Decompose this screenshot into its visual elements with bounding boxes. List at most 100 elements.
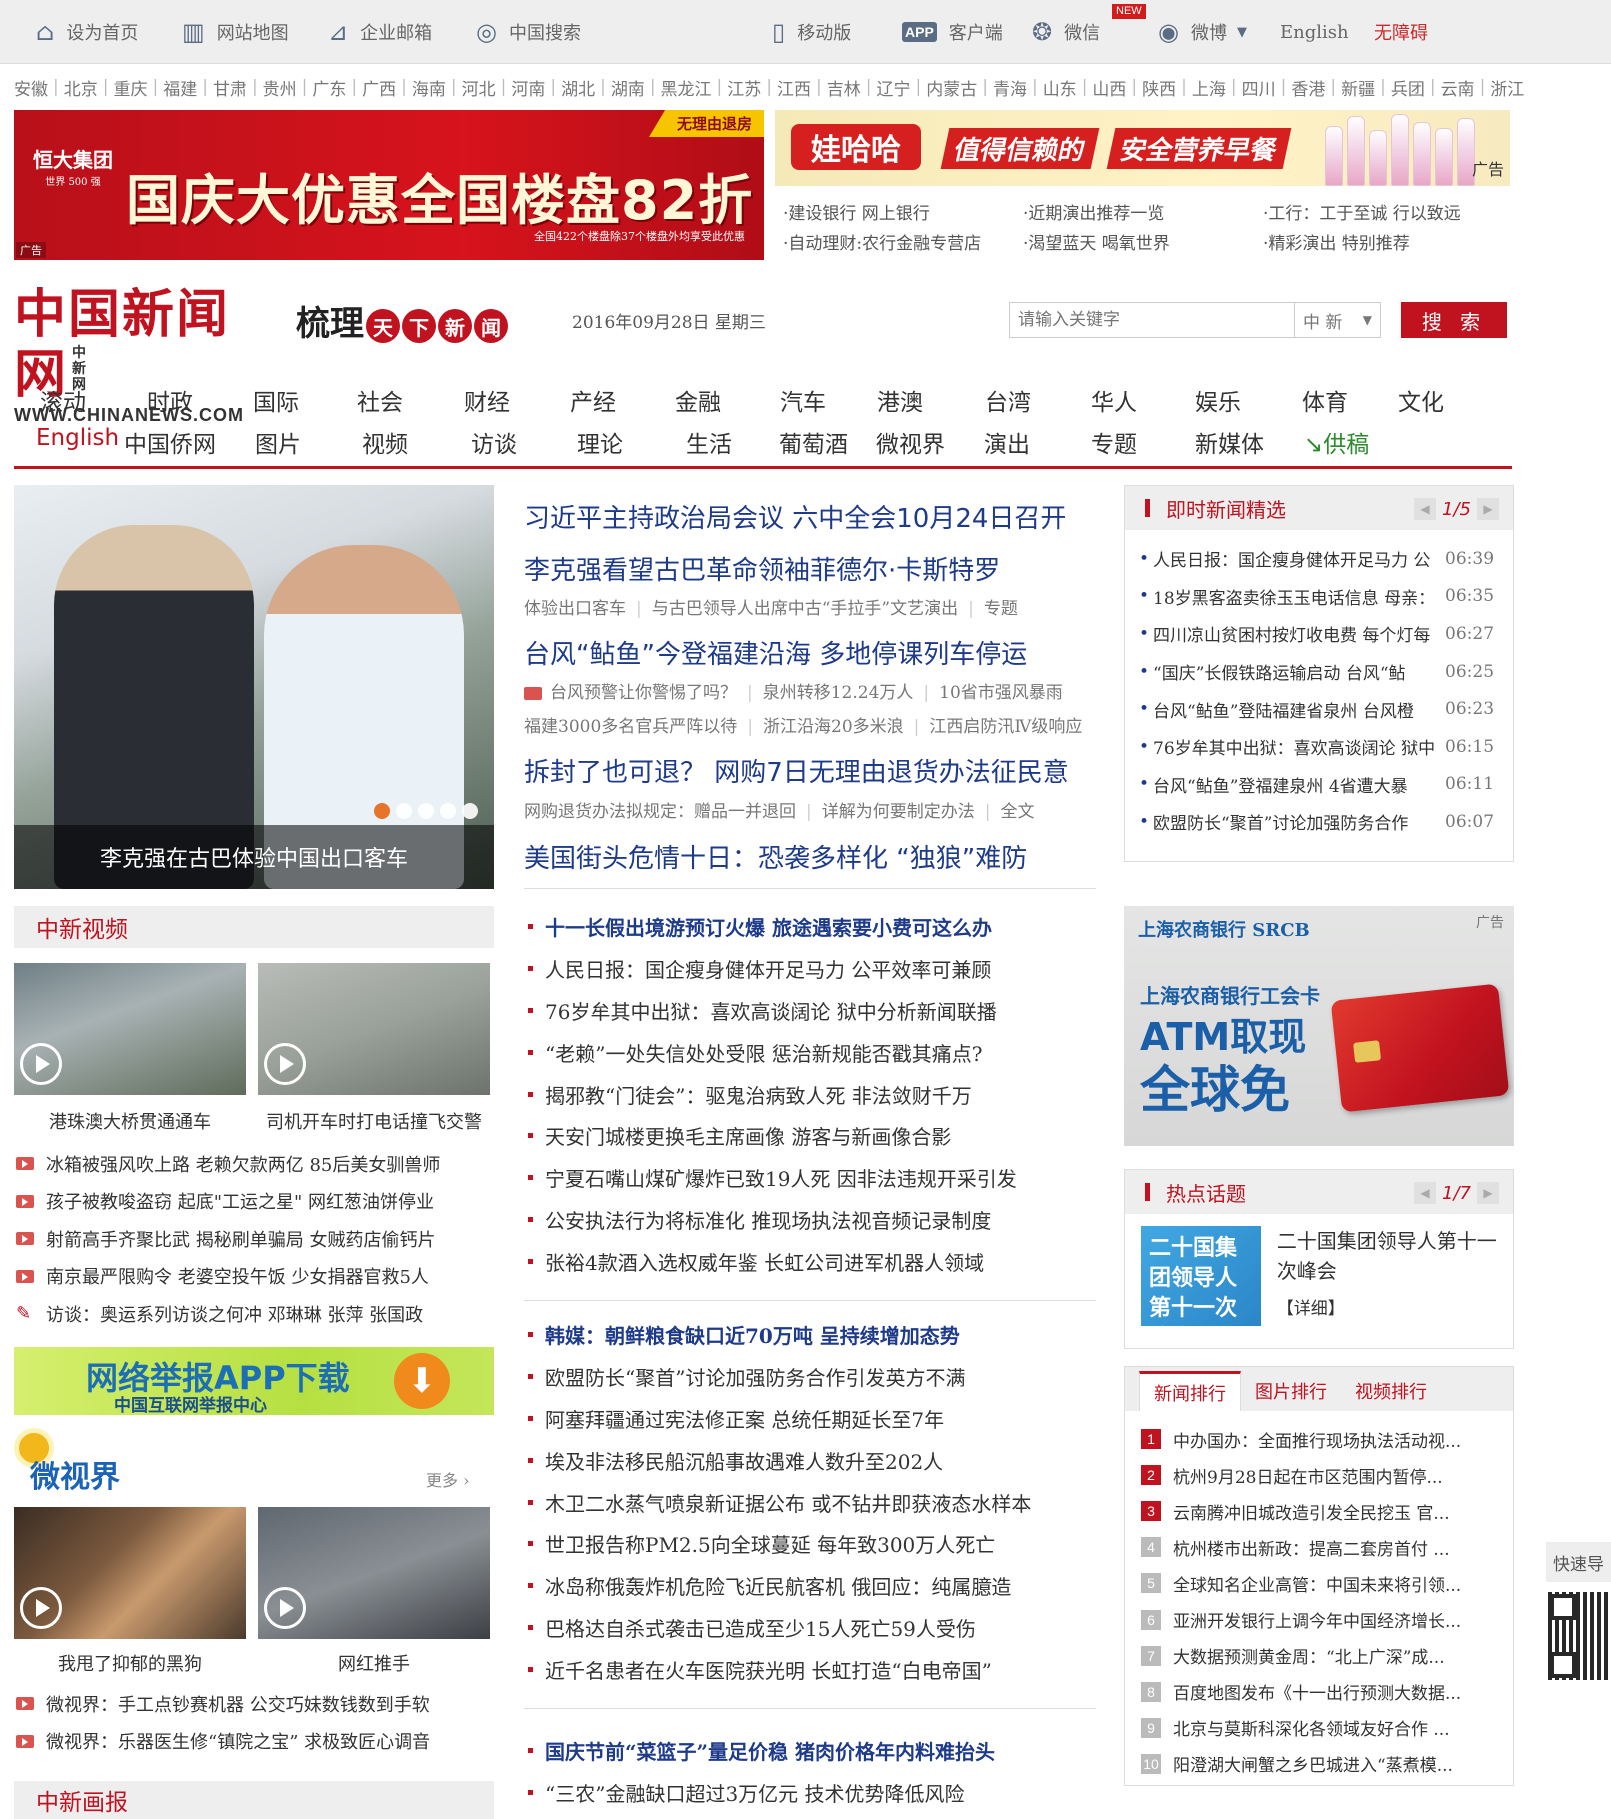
news-item[interactable]: “老赖”一处失信处处受限 惩治新规能否戳其痛点?: [524, 1031, 1096, 1073]
video-caption[interactable]: 网红推手: [258, 1650, 490, 1676]
nav-item[interactable]: 台湾: [985, 383, 1031, 417]
prev-arrow-icon[interactable]: ◀: [1414, 1182, 1437, 1204]
region-link[interactable]: 湖北: [561, 75, 595, 100]
ad-text-link[interactable]: ·精彩演出 特别推荐: [1263, 229, 1503, 254]
region-link[interactable]: 香港: [1291, 75, 1325, 100]
headline-2[interactable]: 李克强看望古巴革命领袖菲德尔·卡斯特罗: [524, 550, 1000, 587]
nav-item[interactable]: 图片: [255, 425, 301, 459]
region-link[interactable]: 江苏: [727, 75, 761, 100]
sitemap-link[interactable]: ▥ 网站地图: [182, 0, 289, 64]
report-app-ad[interactable]: 网络举报APP下载 中国互联网举报中心 ⬇: [14, 1347, 494, 1415]
region-link[interactable]: 广东: [312, 75, 346, 100]
region-link[interactable]: 北京: [64, 75, 98, 100]
site-logo[interactable]: 中国新闻网 中新网 WWW.CHINANEWS.COM: [14, 285, 264, 426]
sub-link[interactable]: 全文: [1000, 802, 1034, 822]
slide-dot[interactable]: [418, 803, 434, 819]
region-link[interactable]: 浙江: [1490, 75, 1524, 100]
region-link[interactable]: 福建: [163, 75, 197, 100]
slideshow-dots[interactable]: [374, 803, 478, 819]
accessibility-link[interactable]: 无障碍: [1374, 0, 1428, 64]
news-item[interactable]: 天安门城楼更换毛主席画像 游客与新画像合影: [524, 1115, 1096, 1157]
region-link[interactable]: 安徽: [14, 75, 48, 100]
news-item[interactable]: 公安执法行为将标准化 推现场执法视音频记录制度: [524, 1199, 1096, 1241]
ranking-item[interactable]: 3 云南腾冲旧城改造引发全民挖玉 官...: [1141, 1493, 1499, 1529]
region-link[interactable]: 陕西: [1142, 75, 1176, 100]
nav-item[interactable]: 财经: [464, 383, 510, 417]
enterprise-mail-link[interactable]: ⊿ 企业邮箱: [328, 0, 432, 64]
instant-news-item[interactable]: 台风“鲇鱼”登福建泉州 4省遭大暴 06:11: [1139, 766, 1513, 804]
news-item[interactable]: “三农”金融缺口超过3万亿元 技术优势降低风险: [524, 1772, 1096, 1814]
ranking-item[interactable]: 6 亚洲开发银行上调今年中国经济增长...: [1141, 1601, 1499, 1637]
ranking-tab[interactable]: 新闻排行: [1139, 1371, 1241, 1411]
news-item[interactable]: 近千名患者在火车医院获光明 长虹打造“白电帝国”: [524, 1648, 1096, 1690]
ranking-item[interactable]: 4 杭州楼市出新政：提高二套房首付 ...: [1141, 1529, 1499, 1565]
sub-link[interactable]: 体验出口客车: [524, 599, 626, 619]
news-item[interactable]: 木卫二水蒸气喷泉新证据公布 或不钻井即获液态水样本: [524, 1481, 1096, 1523]
region-link[interactable]: 山西: [1092, 75, 1126, 100]
nav-item[interactable]: 演出: [984, 425, 1030, 459]
nav-item[interactable]: 汽车: [780, 383, 826, 417]
nav-item[interactable]: 理论: [577, 425, 623, 459]
search-button[interactable]: 搜 索: [1401, 302, 1507, 338]
next-arrow-icon[interactable]: ▶: [1477, 498, 1499, 520]
nav-item[interactable]: 金融: [675, 383, 721, 417]
news-item[interactable]: 阿塞拜疆通过宪法修正案 总统任期延长至7年: [524, 1398, 1096, 1440]
sub-link[interactable]: 江西启防汛Ⅳ级响应: [929, 717, 1082, 737]
hot-topic-link[interactable]: 二十国集团领导人第十一次峰会: [1277, 1229, 1497, 1283]
english-link[interactable]: English: [1280, 0, 1349, 64]
nav-item[interactable]: 华人: [1091, 383, 1137, 417]
hot-topic-image[interactable]: 二十国集团领导人第十一次峰会: [1141, 1226, 1261, 1351]
news-item[interactable]: 揭邪教“门徒会”：驱鬼治病致人死 非法敛财千万: [524, 1073, 1096, 1115]
ad-text-link[interactable]: ·自动理财:农行金融专营店: [783, 229, 1023, 254]
nav-item[interactable]: 微视界: [876, 425, 945, 459]
sub-link[interactable]: 专题: [984, 599, 1018, 619]
set-homepage-link[interactable]: ⌂ 设为首页: [36, 0, 138, 64]
region-link[interactable]: 吉林: [827, 75, 861, 100]
ranking-item[interactable]: 8 百度地图发布《十一出行预测大数据...: [1141, 1674, 1499, 1710]
news-item[interactable]: 韩媒：朝鲜粮食缺口近70万吨 呈持续增加态势: [524, 1314, 1096, 1356]
nav-item[interactable]: ↘供稿: [1304, 425, 1369, 459]
region-link[interactable]: 辽宁: [876, 75, 910, 100]
video-thumbnail[interactable]: [258, 1507, 490, 1639]
wahaha-ad[interactable]: 娃哈哈 值得信赖的 安全营养早餐 广告: [775, 110, 1510, 186]
region-link[interactable]: 山东: [1043, 75, 1077, 100]
news-item[interactable]: 巴格达自杀式袭击已造成至少15人死亡59人受伤: [524, 1607, 1096, 1649]
instant-news-item[interactable]: 四川凉山贫困村按灯收电费 每个灯每 06:27: [1139, 615, 1513, 653]
sub-link[interactable]: 10省市强风暴雨: [939, 683, 1063, 703]
search-input[interactable]: [1009, 302, 1295, 338]
nav-item[interactable]: 中国侨网: [124, 425, 216, 459]
news-item[interactable]: 十一长假出境游预订火爆 旅途遇索要小费可这么办: [524, 906, 1096, 948]
sub-link[interactable]: 网购退货办法拟规定：赠品一并退回: [524, 802, 796, 822]
sub-link[interactable]: 与古巴领导人出席中古“手拉手”文艺演出: [652, 599, 958, 619]
headline-1[interactable]: 习近平主持政治局会议 六中全会10月24日召开: [524, 498, 1066, 535]
ad-text-link[interactable]: ·工行：工于至诚 行以致远: [1263, 199, 1503, 224]
region-link[interactable]: 江西: [777, 75, 811, 100]
sub-link[interactable]: 详解为何要制定办法: [822, 802, 975, 822]
ranking-item[interactable]: 7 大数据预测黄金周：“北上广深”成...: [1141, 1638, 1499, 1674]
region-link[interactable]: 广西: [362, 75, 396, 100]
news-item[interactable]: 张裕4款酒入选权威年鉴 长虹公司进军机器人领域: [524, 1240, 1096, 1282]
news-item[interactable]: 国庆节前“菜篮子”量足价稳 猪肉价格年内料难抬头: [524, 1730, 1096, 1772]
news-item[interactable]: 76岁牟其中出狱：喜欢高谈阔论 狱中分析新闻联播: [524, 990, 1096, 1032]
nav-item[interactable]: 生活: [686, 425, 732, 459]
instant-news-item[interactable]: 18岁黑客盗卖徐玉玉电话信息 母亲： 06:35: [1139, 578, 1513, 616]
focus-slideshow[interactable]: 李克强在古巴体验中国出口客车: [14, 485, 494, 889]
sub-link[interactable]: 浙江沿海20多米浪: [763, 717, 904, 737]
nav-item[interactable]: 专题: [1091, 425, 1137, 459]
news-item[interactable]: 欧盟防长“聚首”讨论加强防务合作引发英方不满: [524, 1356, 1096, 1398]
video-section-title[interactable]: 中新视频: [14, 906, 494, 948]
video-thumbnail[interactable]: [14, 963, 246, 1095]
news-item[interactable]: 宁夏石嘴山煤矿爆炸已致19人死 因非法违规开采引发: [524, 1157, 1096, 1199]
news-item[interactable]: 冰岛称俄轰炸机危险飞近民航客机 俄回应：纯属臆造: [524, 1565, 1096, 1607]
wechat-link[interactable]: ❂ 微信 NEW: [1032, 0, 1146, 64]
nav-item[interactable]: 港澳: [877, 383, 923, 417]
region-link[interactable]: 湖南: [611, 75, 645, 100]
headline-3[interactable]: 台风“鲇鱼”今登福建沿海 多地停课列车停运: [524, 634, 1027, 671]
list-item[interactable]: 冰箱被强风吹上路 老赖欠款两亿 85后美女驯兽师: [14, 1145, 494, 1183]
evergrande-ad[interactable]: 无理由退房 Q 恒大集团 世界 500 强 国庆大优惠全国楼盘82折 全国422…: [14, 110, 764, 260]
client-app-link[interactable]: APP 客户端: [902, 0, 1003, 64]
ranking-item[interactable]: 2 杭州9月28日起在市区范围内暂停...: [1141, 1457, 1499, 1493]
nav-item[interactable]: 文化: [1398, 383, 1444, 417]
srcb-bank-ad[interactable]: 上海农商银行 SRCB 广告 上海农商银行工会卡 ATM取现 全球免: [1124, 906, 1514, 1146]
weibo-link[interactable]: ◉ 微博 ▼: [1158, 0, 1247, 64]
